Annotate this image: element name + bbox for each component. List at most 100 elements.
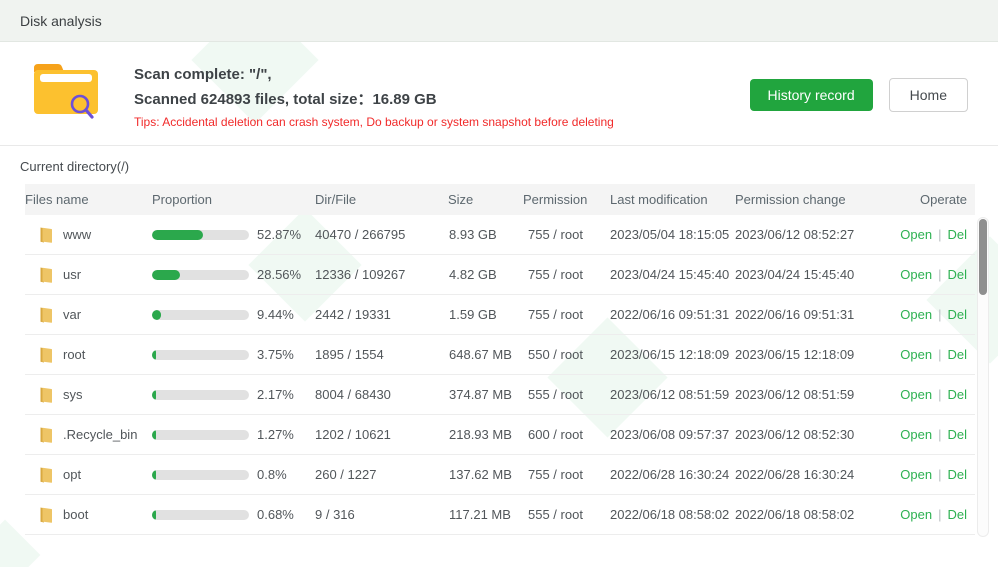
header-buttons: History record Home bbox=[750, 78, 969, 112]
del-link[interactable]: Del bbox=[947, 507, 967, 522]
file-size: 374.87 MB bbox=[448, 387, 523, 402]
file-name: root bbox=[63, 347, 85, 362]
file-size: 137.62 MB bbox=[448, 467, 523, 482]
open-link[interactable]: Open bbox=[900, 267, 932, 282]
del-link[interactable]: Del bbox=[947, 307, 967, 322]
table-body: www 52.87% 40470 / 266795 8.93 GB 755 / … bbox=[25, 215, 975, 535]
last-modification: 2023/06/15 12:18:09 bbox=[610, 347, 735, 362]
file-size: 1.59 GB bbox=[448, 307, 523, 322]
proportion-value: 0.8% bbox=[257, 467, 287, 482]
table-header-row: Files name Proportion Dir/File Size Perm… bbox=[25, 184, 975, 215]
permission: 755 / root bbox=[523, 467, 610, 482]
open-link[interactable]: Open bbox=[900, 387, 932, 402]
folder-icon bbox=[38, 306, 54, 324]
proportion-bar-fill bbox=[152, 510, 156, 520]
open-link[interactable]: Open bbox=[900, 467, 932, 482]
folder-search-icon bbox=[30, 60, 102, 122]
proportion-value: 28.56% bbox=[257, 267, 301, 282]
scan-total-line: Scanned 624893 files, total size：16.89 G… bbox=[134, 87, 750, 112]
proportion-bar bbox=[152, 270, 249, 280]
vertical-scrollbar bbox=[977, 217, 989, 537]
operate-separator: | bbox=[938, 467, 941, 482]
scan-warning-tip: Tips: Accidental deletion can crash syst… bbox=[134, 115, 750, 129]
del-link[interactable]: Del bbox=[947, 227, 967, 242]
window-title: Disk analysis bbox=[20, 13, 102, 29]
operate-separator: | bbox=[938, 387, 941, 402]
last-modification: 2023/06/12 08:51:59 bbox=[610, 387, 735, 402]
permission: 755 / root bbox=[523, 267, 610, 282]
proportion-bar-fill bbox=[152, 310, 161, 320]
dir-file-count: 8004 / 68430 bbox=[315, 387, 448, 402]
history-record-button[interactable]: History record bbox=[750, 79, 873, 111]
permission-change: 2023/06/15 12:18:09 bbox=[735, 347, 860, 362]
col-header-dir-file: Dir/File bbox=[315, 192, 448, 207]
del-link[interactable]: Del bbox=[947, 427, 967, 442]
scan-summary-header: Scan complete: "/", Scanned 624893 files… bbox=[0, 42, 998, 146]
dir-file-count: 260 / 1227 bbox=[315, 467, 448, 482]
del-link[interactable]: Del bbox=[947, 347, 967, 362]
table-row: root 3.75% 1895 / 1554 648.67 MB 550 / r… bbox=[25, 335, 975, 375]
del-link[interactable]: Del bbox=[947, 467, 967, 482]
proportion-value: 2.17% bbox=[257, 387, 294, 402]
operate-separator: | bbox=[938, 227, 941, 242]
proportion-value: 52.87% bbox=[257, 227, 301, 242]
file-size: 117.21 MB bbox=[448, 507, 523, 522]
open-link[interactable]: Open bbox=[900, 347, 932, 362]
col-header-permission-change: Permission change bbox=[735, 192, 860, 207]
proportion-bar-fill bbox=[152, 230, 203, 240]
operate-separator: | bbox=[938, 347, 941, 362]
proportion-bar-fill bbox=[152, 390, 156, 400]
proportion-value: 9.44% bbox=[257, 307, 294, 322]
open-link[interactable]: Open bbox=[900, 227, 932, 242]
proportion-value: 0.68% bbox=[257, 507, 294, 522]
folder-icon bbox=[38, 506, 54, 524]
folder-icon bbox=[38, 226, 54, 244]
operate-separator: | bbox=[938, 307, 941, 322]
window-titlebar: Disk analysis bbox=[0, 0, 998, 42]
open-link[interactable]: Open bbox=[900, 427, 932, 442]
dir-file-count: 12336 / 109267 bbox=[315, 267, 448, 282]
last-modification: 2022/06/18 08:58:02 bbox=[610, 507, 735, 522]
permission: 755 / root bbox=[523, 307, 610, 322]
file-name: .Recycle_bin bbox=[63, 427, 137, 442]
proportion-bar bbox=[152, 230, 249, 240]
col-header-permission: Permission bbox=[523, 192, 610, 207]
scan-complete-line: Scan complete: "/", bbox=[134, 62, 750, 87]
proportion-bar bbox=[152, 510, 249, 520]
proportion-bar-fill bbox=[152, 270, 180, 280]
table-row: www 52.87% 40470 / 266795 8.93 GB 755 / … bbox=[25, 215, 975, 255]
permission-change: 2022/06/16 09:51:31 bbox=[735, 307, 860, 322]
open-link[interactable]: Open bbox=[900, 307, 932, 322]
del-link[interactable]: Del bbox=[947, 267, 967, 282]
permission: 600 / root bbox=[523, 427, 610, 442]
file-name: usr bbox=[63, 267, 81, 282]
dir-file-count: 40470 / 266795 bbox=[315, 227, 448, 242]
home-button[interactable]: Home bbox=[889, 78, 968, 112]
col-header-last-modification: Last modification bbox=[610, 192, 735, 207]
last-modification: 2023/05/04 18:15:05 bbox=[610, 227, 735, 242]
file-name: sys bbox=[63, 387, 83, 402]
table-row: sys 2.17% 8004 / 68430 374.87 MB 555 / r… bbox=[25, 375, 975, 415]
proportion-bar bbox=[152, 350, 249, 360]
proportion-bar bbox=[152, 430, 249, 440]
last-modification: 2023/04/24 15:45:40 bbox=[610, 267, 735, 282]
folder-icon bbox=[38, 266, 54, 284]
files-table: Files name Proportion Dir/File Size Perm… bbox=[25, 184, 975, 535]
del-link[interactable]: Del bbox=[947, 387, 967, 402]
proportion-bar-fill bbox=[152, 350, 156, 360]
operate-separator: | bbox=[938, 267, 941, 282]
last-modification: 2022/06/16 09:51:31 bbox=[610, 307, 735, 322]
scrollbar-thumb[interactable] bbox=[979, 219, 987, 295]
operate-separator: | bbox=[938, 507, 941, 522]
last-modification: 2023/06/08 09:57:37 bbox=[610, 427, 735, 442]
file-name: www bbox=[63, 227, 91, 242]
permission: 555 / root bbox=[523, 387, 610, 402]
file-size: 218.93 MB bbox=[448, 427, 523, 442]
folder-icon bbox=[38, 426, 54, 444]
table-row: usr 28.56% 12336 / 109267 4.82 GB 755 / … bbox=[25, 255, 975, 295]
open-link[interactable]: Open bbox=[900, 507, 932, 522]
operate-separator: | bbox=[938, 427, 941, 442]
col-header-operate: Operate bbox=[860, 192, 975, 207]
folder-icon bbox=[38, 386, 54, 404]
permission-change: 2023/04/24 15:45:40 bbox=[735, 267, 860, 282]
